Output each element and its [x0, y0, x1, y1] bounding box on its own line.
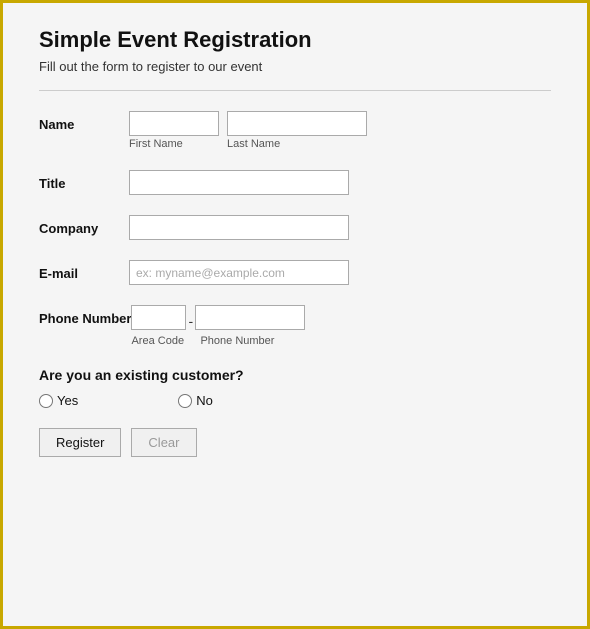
name-label: Name [39, 111, 129, 132]
no-radio[interactable] [178, 394, 192, 408]
first-name-input[interactable] [129, 111, 219, 136]
company-input[interactable] [129, 215, 349, 240]
button-row: Register Clear [39, 428, 551, 457]
phone-number-sublabel: Phone Number [200, 335, 274, 347]
phone-label: Phone Number [39, 305, 131, 326]
title-input[interactable] [129, 170, 349, 195]
clear-button[interactable]: Clear [131, 428, 196, 457]
yes-radio[interactable] [39, 394, 53, 408]
name-row: Name First Name Last Name [39, 111, 551, 150]
email-label: E-mail [39, 260, 129, 281]
title-fields [129, 170, 349, 195]
phone-fields: - Area Code Phone Number [131, 305, 305, 347]
yes-label: Yes [57, 393, 78, 408]
area-code-sublabel: Area Code [131, 335, 186, 347]
last-name-input[interactable] [227, 111, 367, 136]
company-fields [129, 215, 349, 240]
name-inputs-row: First Name Last Name [129, 111, 367, 150]
email-input[interactable] [129, 260, 349, 285]
page-subtitle: Fill out the form to register to our eve… [39, 59, 551, 74]
name-fields: First Name Last Name [129, 111, 367, 150]
last-name-sublabel: Last Name [227, 138, 367, 150]
yes-option[interactable]: Yes [39, 393, 78, 408]
phone-separator: - [186, 309, 195, 333]
register-button[interactable]: Register [39, 428, 121, 457]
phone-sublabels: Area Code Phone Number [131, 333, 305, 347]
divider [39, 90, 551, 91]
email-fields [129, 260, 349, 285]
title-label: Title [39, 170, 129, 191]
no-option[interactable]: No [178, 393, 213, 408]
title-row: Title [39, 170, 551, 195]
page-wrapper: Simple Event Registration Fill out the f… [0, 0, 590, 629]
company-label: Company [39, 215, 129, 236]
phone-inputs-row: - [131, 305, 305, 333]
company-row: Company [39, 215, 551, 240]
phone-row: Phone Number - Area Code Phone Number [39, 305, 551, 347]
page-title: Simple Event Registration [39, 27, 551, 53]
first-name-group: First Name [129, 111, 219, 150]
last-name-group: Last Name [227, 111, 367, 150]
area-code-input[interactable] [131, 305, 186, 330]
customer-question: Are you an existing customer? [39, 367, 551, 383]
phone-number-input[interactable] [195, 305, 305, 330]
customer-section: Are you an existing customer? Yes No [39, 367, 551, 408]
no-label: No [196, 393, 213, 408]
first-name-sublabel: First Name [129, 138, 219, 150]
email-row: E-mail [39, 260, 551, 285]
radio-group: Yes No [39, 393, 551, 408]
